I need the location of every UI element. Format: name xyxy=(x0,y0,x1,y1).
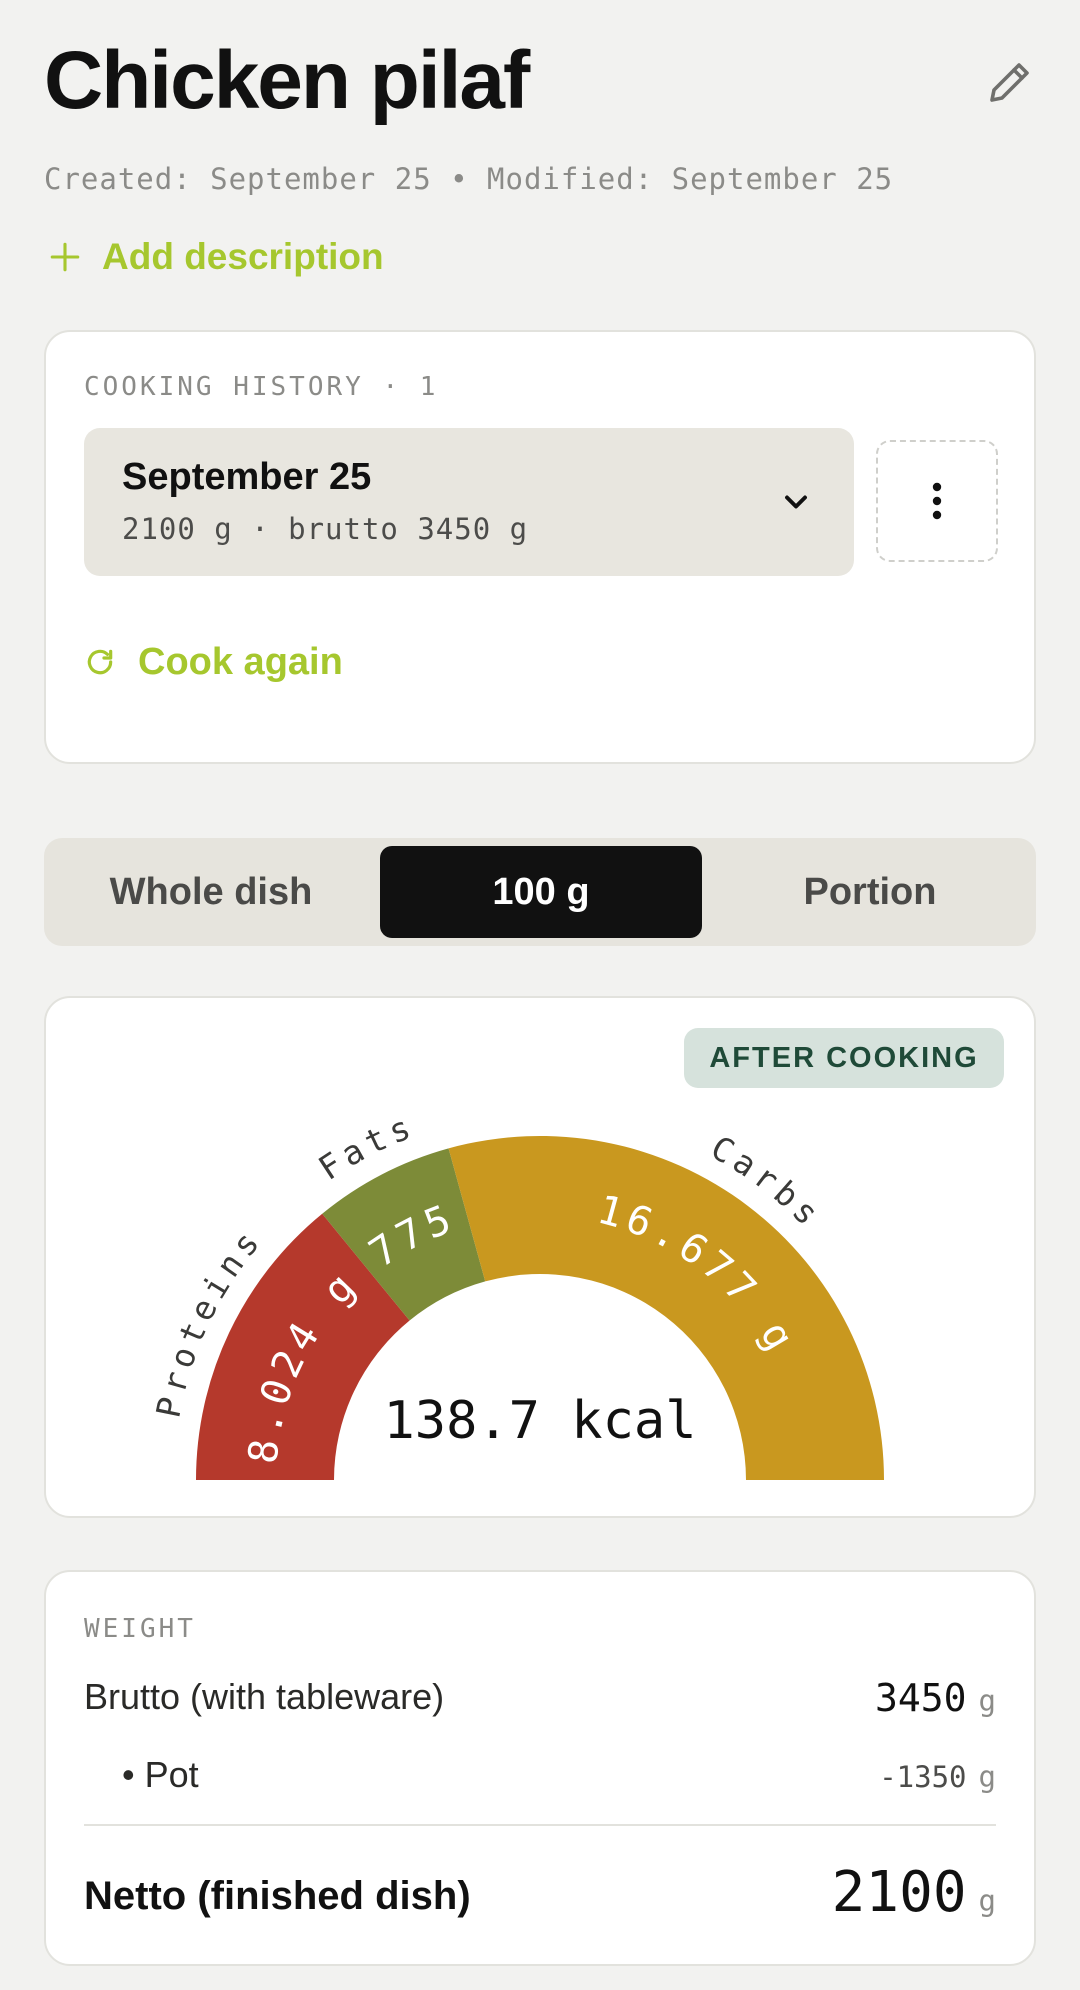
tab-whole-dish[interactable]: Whole dish xyxy=(52,846,370,938)
brutto-number: 3450 xyxy=(875,1676,967,1720)
cook-again-button[interactable]: Cook again xyxy=(84,632,343,692)
netto-label: Netto (finished dish) xyxy=(84,1874,471,1918)
edit-button[interactable] xyxy=(978,50,1042,114)
refresh-icon xyxy=(87,649,113,675)
page-title: Chicken pilaf xyxy=(44,35,530,126)
nutrition-card: AFTER COOKING 138.7 kcal 8.024 g Proteins… xyxy=(44,996,1036,1518)
created-modified-meta: Created: September 25 • Modified: Septem… xyxy=(44,162,894,196)
history-entry-date: September 25 xyxy=(122,456,372,498)
cooking-history-card: COOKING HISTORY · 1 September 25 2100 g … xyxy=(44,330,1036,764)
netto-number: 2100 xyxy=(831,1860,967,1925)
tab-portion[interactable]: Portion xyxy=(712,846,1028,938)
tab-100-g[interactable]: 100 g xyxy=(380,846,702,938)
weight-label: WEIGHT xyxy=(84,1614,196,1644)
portion-mode-tabs: Whole dish 100 g Portion xyxy=(44,838,1036,946)
pot-label: • Pot xyxy=(122,1754,199,1795)
pot-number: -1350 xyxy=(879,1760,967,1794)
history-entry-weights: 2100 g · brutto 3450 g xyxy=(122,512,529,546)
plus-icon xyxy=(50,242,80,272)
pot-unit: g xyxy=(978,1760,996,1794)
cooking-history-label: COOKING HISTORY · 1 xyxy=(84,372,439,402)
kcal-total: 138.7 kcal xyxy=(383,1391,696,1451)
chevron-down-icon xyxy=(785,495,807,509)
netto-unit: g xyxy=(978,1884,996,1918)
brutto-label: Brutto (with tableware) xyxy=(84,1676,445,1717)
brutto-unit: g xyxy=(978,1684,996,1718)
add-description-label: Add description xyxy=(102,236,384,277)
cook-again-label: Cook again xyxy=(138,640,343,683)
macros-gauge: 138.7 kcal 8.024 gProteins3.775 gFats16.… xyxy=(46,998,884,1480)
add-description-button[interactable]: Add description xyxy=(48,230,384,284)
weight-divider xyxy=(84,1824,996,1826)
pencil-icon xyxy=(990,63,1029,102)
history-entry-dropdown[interactable]: September 25 2100 g · brutto 3450 g xyxy=(84,428,854,576)
weight-card: WEIGHT Brutto (with tableware) 3450 g • … xyxy=(44,1570,1036,1966)
netto-value: 2100 g xyxy=(832,1860,996,1925)
brutto-value: 3450 g xyxy=(875,1676,996,1720)
history-more-button[interactable] xyxy=(876,440,998,562)
pot-value: -1350 g xyxy=(879,1760,996,1794)
more-vertical-icon xyxy=(932,482,942,520)
